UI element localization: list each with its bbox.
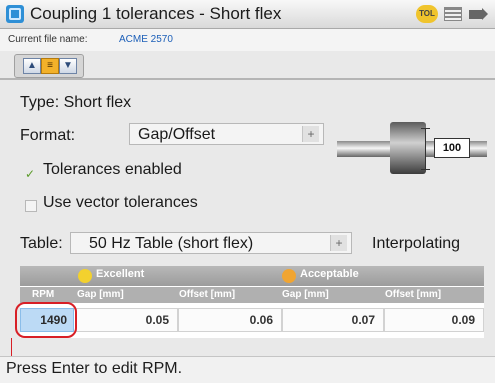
tolerance-table: Excellent Acceptable RPM Gap [mm] Offset… [20,266,484,338]
checkmark-icon[interactable]: ✓ [25,167,35,181]
file-name-value: ACME 2570 [119,34,173,45]
acceptable-gap-cell[interactable]: 0.07 [282,308,384,332]
dimension-bracket [421,128,430,170]
gap-header-acceptable: Gap [mm] [282,289,329,300]
acceptable-offset-value: 0.09 [451,313,475,327]
view-icon[interactable] [467,5,489,23]
table-row: 1490 0.05 0.06 0.07 0.09 [20,304,484,338]
gap-header-excellent: Gap [mm] [77,289,124,300]
file-name-bar: Current file name: ACME 2570 [0,29,495,51]
plus-icon[interactable]: + [330,235,347,251]
status-text: Press Enter to edit RPM. [6,360,183,377]
tolerance-groups: Excellent Acceptable [20,266,484,286]
toolbar-active-button[interactable]: ≡ [41,58,59,74]
offset-header-excellent: Offset [mm] [179,289,236,300]
rpm-highlight [15,302,77,338]
status-bar: Press Enter to edit RPM. [0,356,495,383]
plus-icon[interactable]: + [302,126,319,142]
acceptable-gap-value: 0.07 [351,313,375,327]
grid-icon[interactable] [444,7,462,21]
table-label: Table: [20,235,63,252]
excellent-gap-value: 0.05 [145,313,169,327]
coupling-dimension: 100 [434,138,470,158]
format-dropdown[interactable]: Gap/Offset + [129,123,324,145]
app-icon [6,5,24,23]
excellent-offset-cell[interactable]: 0.06 [178,308,282,332]
rpm-header: RPM [32,289,55,300]
toolbar: ▲ ≡ ▼ [14,54,84,78]
excellent-group-label: Excellent [96,268,145,280]
tolerances-enabled-label[interactable]: Tolerances enabled [43,161,182,179]
toolbar-up-button[interactable]: ▲ [23,58,41,74]
type-label: Type: Short flex [20,94,132,111]
file-name-label: Current file name: [8,34,88,45]
excellent-offset-value: 0.06 [249,313,273,327]
window-title: Coupling 1 tolerances - Short flex [30,4,282,23]
acceptable-group-label: Acceptable [300,268,359,280]
coupling-diagram: 100 [337,112,487,184]
divider [0,78,495,80]
excellent-smile-icon [78,269,92,283]
acceptable-smile-icon [282,269,296,283]
excellent-gap-cell[interactable]: 0.05 [76,308,178,332]
table-header: RPM Gap [mm] Offset [mm] Gap [mm] Offset… [20,287,484,303]
format-value: Gap/Offset [138,126,216,143]
tolerance-badge[interactable]: TOL [416,5,438,23]
acceptable-offset-cell[interactable]: 0.09 [384,308,484,332]
coupling-flange-right [404,122,426,174]
table-dropdown[interactable]: 50 Hz Table (short flex) + [70,232,352,254]
format-label: Format: [20,127,76,144]
interpolating-label: Interpolating [372,235,461,252]
vector-tolerances-checkbox[interactable] [25,200,37,212]
title-bar: Coupling 1 tolerances - Short flex TOL [0,0,495,29]
table-value: 50 Hz Table (short flex) [89,235,254,252]
toolbar-down-button[interactable]: ▼ [59,58,77,74]
vector-tolerances-label[interactable]: Use vector tolerances [43,194,198,212]
offset-header-acceptable: Offset [mm] [385,289,442,300]
